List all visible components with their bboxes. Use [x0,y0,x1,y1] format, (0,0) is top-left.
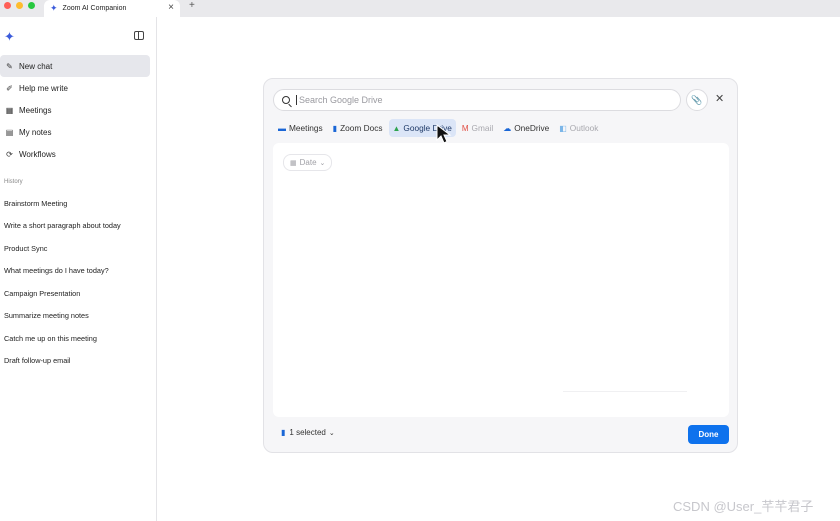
file-list-panel: ▦ Date ⌄ [273,143,729,417]
done-button[interactable]: Done [688,425,729,444]
toggle-sidebar-icon[interactable] [134,31,144,40]
source-tab-label: OneDrive [514,123,550,133]
close-tab-icon[interactable]: × [168,2,174,13]
history-item[interactable]: Draft follow-up email [4,350,121,373]
history-item[interactable]: Brainstorm Meeting [4,192,121,215]
meetings-icon: ▬ [278,123,286,133]
chevron-down-icon: ⌄ [328,429,335,437]
search-icon [282,96,290,104]
sidebar-item-my-notes[interactable]: ▤ My notes [0,121,150,143]
history-heading: History [4,179,23,185]
sidebar-item-help-me-write[interactable]: ✐ Help me write [0,77,150,99]
selected-count-dropdown[interactable]: ▮ 1 selected ⌄ [281,428,335,437]
sidebar-item-label: New chat [19,61,53,71]
source-tab-meetings[interactable]: ▬ Meetings [274,119,327,137]
tab-title: Zoom AI Companion [62,5,127,12]
calendar-icon: ▦ [5,105,14,115]
sidebar-item-label: Meetings [19,105,52,115]
history-item[interactable]: Campaign Presentation [4,282,121,305]
mouse-cursor-icon [436,124,452,144]
source-tab-label: Outlook [569,123,599,133]
calendar-icon: ▦ [290,159,297,167]
close-window-button[interactable] [4,2,11,9]
file-picker-dialog: 📎 ✕ ▬ Meetings ▮ Zoom Docs ▲ Google Driv… [263,78,738,453]
attach-icon[interactable]: 📎 [686,89,708,111]
source-tab-label: Gmail [471,123,494,133]
browser-tab[interactable]: ✦ Zoom AI Companion × [44,0,180,17]
source-tab-onedrive[interactable]: ☁ OneDrive [499,119,553,137]
history-item[interactable]: Summarize meeting notes [4,305,121,328]
selected-count-label: 1 selected [289,428,326,437]
window-tab-bar: ✦ Zoom AI Companion × + [0,0,840,17]
sidebar: ✦ ✎ New chat ✐ Help me write ▦ Meetings … [0,17,157,521]
history-list: Brainstorm Meeting Write a short paragra… [4,192,121,372]
sidebar-item-workflows[interactable]: ⟳ Workflows [0,143,150,165]
google-drive-icon: ▲ [392,123,401,133]
sidebar-nav: ✎ New chat ✐ Help me write ▦ Meetings ▤ … [0,55,150,165]
history-item[interactable]: Product Sync [4,237,121,260]
notes-icon: ▤ [5,127,14,137]
sparkle-icon: ✦ [50,3,58,13]
edit-icon: ✎ [6,61,13,71]
new-tab-button[interactable]: + [189,0,195,11]
sidebar-item-new-chat[interactable]: ✎ New chat [0,55,150,77]
source-tab-label: Meetings [289,123,323,133]
watermark: CSDN @User_芊芊君子 [673,499,814,514]
sidebar-item-meetings[interactable]: ▦ Meetings [0,99,150,121]
workflow-icon: ⟳ [6,149,13,159]
sidebar-item-label: My notes [19,127,52,137]
sidebar-item-label: Workflows [19,149,56,159]
chevron-down-icon: ⌄ [319,159,326,167]
zoom-docs-icon: ▮ [332,123,338,133]
divider [563,391,687,392]
search-bar [273,89,681,111]
search-input[interactable] [296,95,666,105]
document-icon: ▮ [281,428,286,437]
date-filter-dropdown[interactable]: ▦ Date ⌄ [283,154,333,171]
magic-pen-icon: ✐ [6,83,13,93]
date-filter-label: Date [299,158,317,167]
minimize-window-button[interactable] [16,2,23,9]
source-tab-gmail[interactable]: M Gmail [458,119,497,137]
outlook-icon: ◧ [559,123,567,133]
source-tab-label: Zoom Docs [340,123,383,133]
sidebar-item-label: Help me write [19,83,68,93]
history-item[interactable]: What meetings do I have today? [4,260,121,283]
source-tab-zoom-docs[interactable]: ▮ Zoom Docs [329,119,387,137]
close-dialog-icon[interactable]: ✕ [715,92,724,105]
onedrive-icon: ☁ [503,123,512,133]
history-item[interactable]: Catch me up on this meeting [4,327,121,350]
ai-companion-logo-icon: ✦ [4,29,15,44]
history-item[interactable]: Write a short paragraph about today [4,215,121,238]
gmail-icon: M [461,123,469,133]
maximize-window-button[interactable] [28,2,35,9]
source-tab-outlook[interactable]: ◧ Outlook [555,119,602,137]
